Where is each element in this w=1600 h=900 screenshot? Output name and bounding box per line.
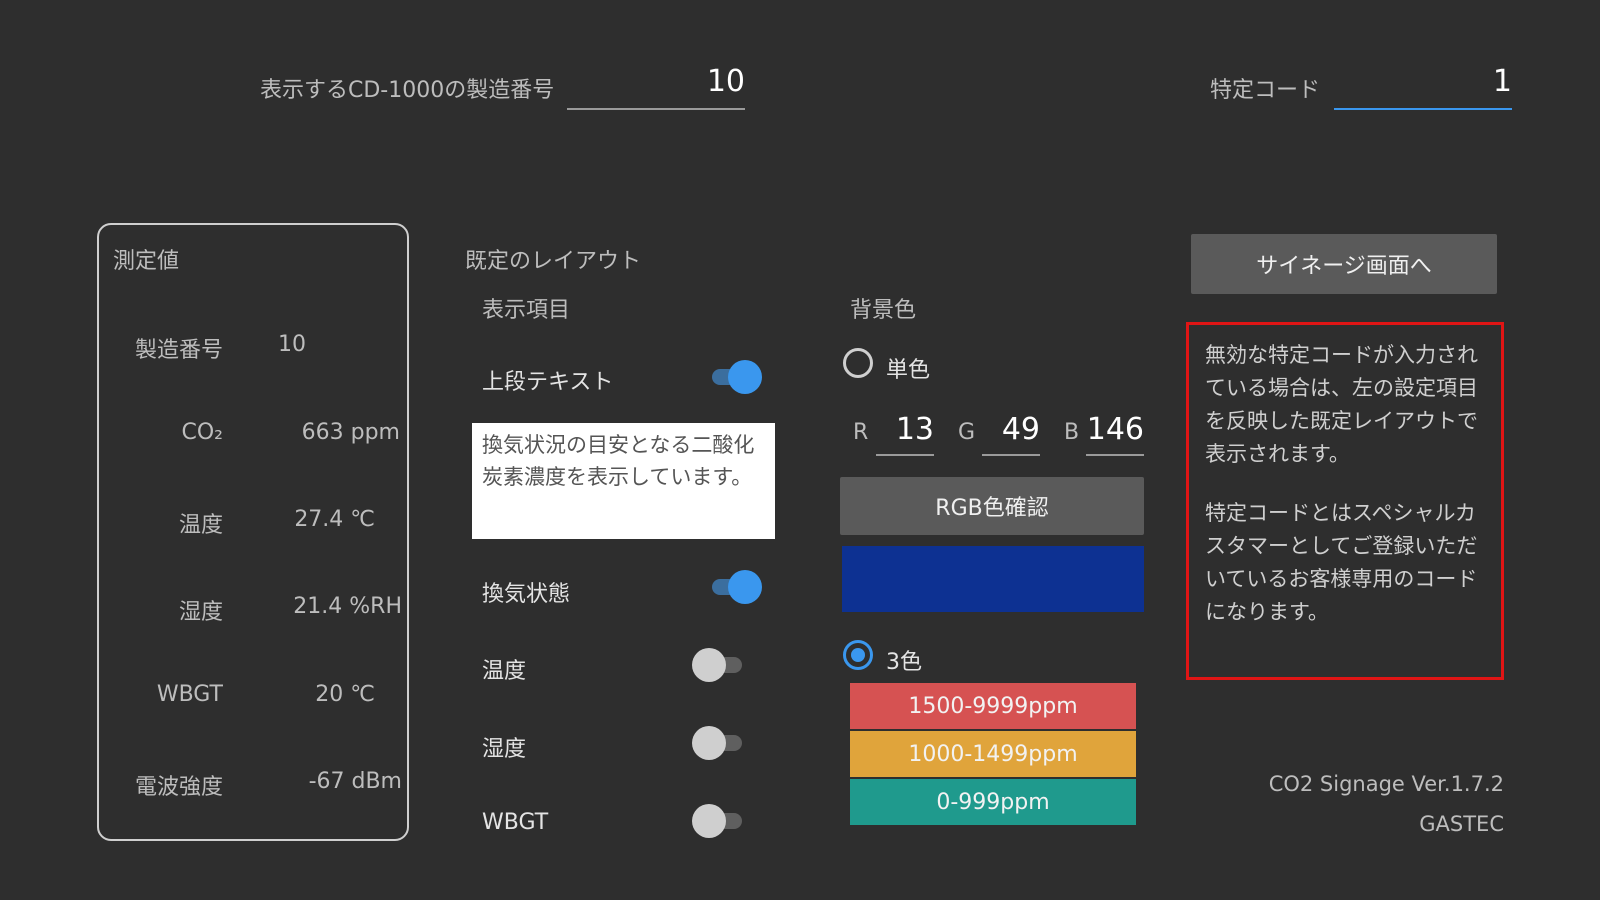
radio-single-color[interactable] — [843, 348, 873, 378]
toggle-label-wbgt: WBGT — [482, 810, 549, 835]
g-value[interactable]: 49 — [982, 412, 1040, 447]
default-layout-title: 既定のレイアウト — [465, 249, 642, 274]
measure-value-wbgt: 20 ℃ — [315, 682, 375, 707]
measure-value-co2: 663 ppm — [301, 420, 400, 445]
background-color-label: 背景色 — [850, 298, 917, 323]
radio-three-colors[interactable] — [843, 640, 873, 670]
toggle-label-temperature: 温度 — [482, 659, 527, 684]
top-text-box[interactable]: 換気状況の目安となる二酸化炭素濃度を表示しています。 — [472, 423, 775, 539]
measure-value-temperature: 27.4 ℃ — [294, 507, 375, 532]
band-mid[interactable]: 1000-1499ppm — [850, 731, 1136, 777]
g-label: G — [958, 420, 976, 445]
rgb-check-button[interactable]: RGB色確認 — [840, 477, 1144, 535]
toggle-label-humidity: 湿度 — [482, 737, 527, 762]
signage-screen-button[interactable]: サイネージ画面へ — [1191, 234, 1497, 294]
info-paragraph-2: 特定コードとはスペシャルカスタマーとしてご登録いただいているお客様専用のコードに… — [1205, 501, 1478, 624]
measure-label-wbgt: WBGT — [156, 682, 223, 707]
r-value[interactable]: 13 — [876, 412, 934, 447]
measure-value-serial: 10 — [278, 332, 306, 357]
measure-label-humidity: 湿度 — [178, 600, 223, 625]
serial-number-value[interactable]: 10 — [567, 64, 745, 99]
info-notice-box: 無効な特定コードが入力されている場合は、左の設定項目を反映した既定レイアウトで表… — [1186, 322, 1504, 680]
three-colors-label: 3色 — [886, 650, 922, 675]
serial-number-label: 表示するCD-1000の製造番号 — [260, 78, 555, 103]
toggle-ventilation[interactable] — [706, 570, 762, 604]
toggle-temperature[interactable] — [692, 648, 748, 682]
special-code-label: 特定コード — [1210, 78, 1321, 103]
measure-label-temperature: 温度 — [178, 513, 223, 538]
single-color-label: 単色 — [886, 358, 931, 383]
measurements-title: 測定値 — [113, 249, 180, 274]
measure-label-serial: 製造番号 — [134, 338, 223, 363]
color-preview — [842, 546, 1144, 612]
toggle-top-text[interactable] — [706, 360, 762, 394]
b-label: B — [1064, 420, 1080, 445]
toggle-wbgt[interactable] — [692, 804, 748, 838]
display-items-label: 表示項目 — [482, 298, 571, 323]
toggle-label-ventilation: 換気状態 — [482, 582, 571, 607]
measure-value-signal: -67 dBm — [308, 769, 402, 794]
company-text: GASTEC — [1419, 812, 1504, 836]
measure-label-signal: 電波強度 — [134, 775, 223, 800]
band-high[interactable]: 1500-9999ppm — [850, 683, 1136, 729]
version-text: CO2 Signage Ver.1.7.2 — [1268, 772, 1504, 796]
toggle-humidity[interactable] — [692, 726, 748, 760]
special-code-value[interactable]: 1 — [1334, 64, 1512, 99]
measure-label-co2: CO₂ — [181, 420, 224, 445]
measure-value-humidity: 21.4 %RH — [293, 594, 402, 619]
r-label: R — [853, 420, 869, 445]
info-paragraph-1: 無効な特定コードが入力されている場合は、左の設定項目を反映した既定レイアウトで表… — [1205, 343, 1478, 466]
band-low[interactable]: 0-999ppm — [850, 779, 1136, 825]
b-value[interactable]: 146 — [1086, 412, 1144, 447]
toggle-label-top-text: 上段テキスト — [482, 370, 614, 395]
